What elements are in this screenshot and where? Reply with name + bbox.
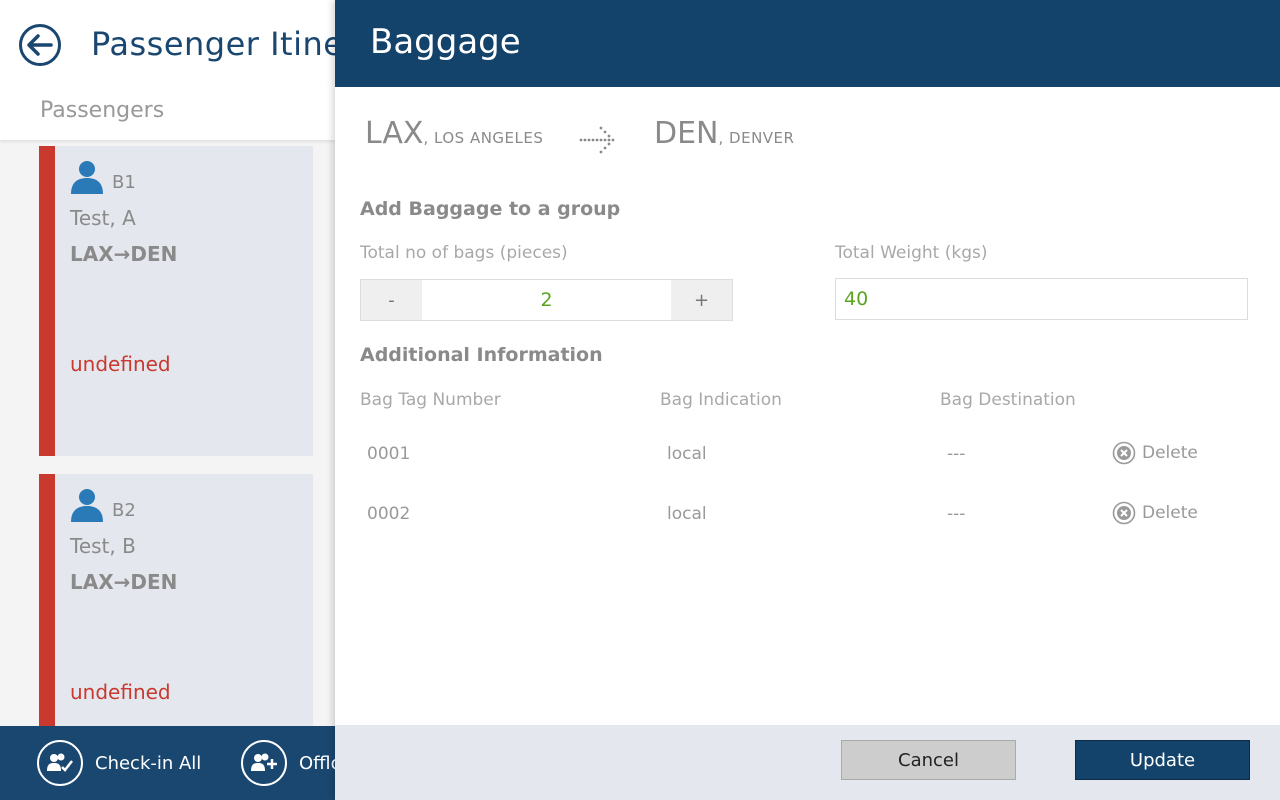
passenger-status: undefined <box>70 352 171 376</box>
increment-button[interactable]: + <box>671 280 732 320</box>
bag-indication: local <box>667 444 707 464</box>
origin-city: , LOS ANGELES <box>423 129 544 147</box>
group-check-icon <box>37 740 83 786</box>
column-header-indication: Bag Indication <box>660 390 782 410</box>
close-circle-icon <box>1112 501 1136 525</box>
delete-bag-button[interactable]: Delete <box>1112 441 1198 465</box>
destination: DEN, DENVER <box>654 116 794 151</box>
origin: LAX, LOS ANGELES <box>365 116 543 151</box>
person-icon <box>71 489 103 522</box>
passenger-id: B1 <box>112 172 136 193</box>
group-add-icon <box>241 740 287 786</box>
origin-code: LAX <box>365 116 424 151</box>
update-button[interactable]: Update <box>1075 740 1250 780</box>
passenger-name: Test, B <box>70 534 136 558</box>
column-header-tag: Bag Tag Number <box>360 390 501 410</box>
itinerary-header: Passenger Itinerary <box>0 0 335 84</box>
baggage-footer: Cancel Update <box>335 725 1280 800</box>
close-circle-icon <box>1112 441 1136 465</box>
bag-tag-number: 0002 <box>367 504 411 524</box>
passenger-route: LAX→DEN <box>70 570 178 594</box>
delete-bag-button[interactable]: Delete <box>1112 501 1198 525</box>
route-arrow-icon <box>579 126 615 154</box>
cancel-button[interactable]: Cancel <box>841 740 1016 780</box>
delete-label: Delete <box>1142 503 1198 523</box>
baggage-header: Baggage <box>335 0 1280 87</box>
decrement-button[interactable]: - <box>361 280 422 320</box>
bag-destination: --- <box>947 444 966 464</box>
person-icon <box>71 161 103 194</box>
back-arrow-icon <box>27 34 53 56</box>
panel-title: Baggage <box>370 22 521 62</box>
passengers-label: Passengers <box>40 98 165 123</box>
bag-destination: --- <box>947 504 966 524</box>
weight-input[interactable] <box>835 278 1248 320</box>
passenger-name: Test, A <box>70 206 136 230</box>
weight-label: Total Weight (kgs) <box>835 243 988 263</box>
destination-code: DEN <box>654 116 719 151</box>
back-button[interactable] <box>19 24 61 66</box>
checkin-all-label: Check-in All <box>95 752 202 774</box>
checkin-all-button[interactable]: Check-in All <box>37 740 201 786</box>
itinerary-footer: Check-in All Offload <box>0 726 335 800</box>
delete-label: Delete <box>1142 443 1198 463</box>
add-baggage-heading: Add Baggage to a group <box>360 198 621 220</box>
passenger-status: undefined <box>70 680 171 704</box>
bag-row: 0001 local --- Delete <box>335 434 1280 474</box>
page-title: Passenger Itinerary <box>91 25 335 63</box>
column-header-destination: Bag Destination <box>940 390 1076 410</box>
baggage-panel: Baggage LAX, LOS ANGELES DEN, DENVER Add… <box>335 0 1280 800</box>
bags-count-value[interactable]: 2 <box>422 280 671 320</box>
passenger-card[interactable]: B1 Test, A LAX→DEN undefined <box>39 146 313 456</box>
bags-count-label: Total no of bags (pieces) <box>360 243 568 263</box>
offload-label: Offload <box>299 752 335 774</box>
bag-row: 0002 local --- Delete <box>335 494 1280 534</box>
passenger-route: LAX→DEN <box>70 242 178 266</box>
destination-city: , DENVER <box>718 129 795 147</box>
bags-stepper[interactable]: - 2 + <box>360 279 733 321</box>
bag-tag-number: 0001 <box>367 444 411 464</box>
additional-info-heading: Additional Information <box>360 344 603 366</box>
bag-indication: local <box>667 504 707 524</box>
passenger-id: B2 <box>112 500 136 521</box>
itinerary-pane: Passenger Itinerary Passengers B1 Test, … <box>0 0 335 800</box>
passengers-section-header: Passengers <box>0 84 335 140</box>
offload-button[interactable]: Offload <box>241 740 335 786</box>
